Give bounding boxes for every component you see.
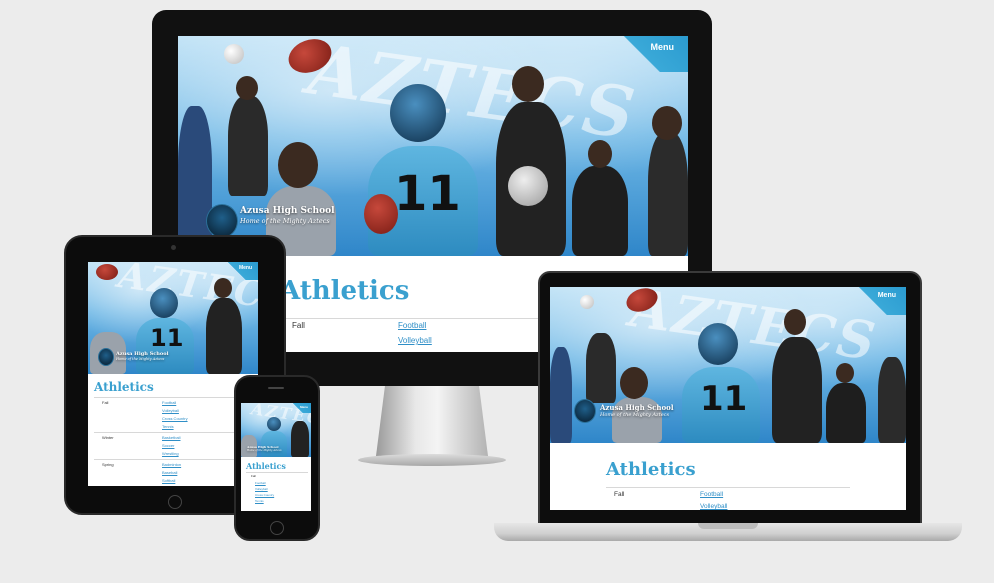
- laptop-content: Athletics Fall Football Volleyball: [550, 443, 906, 510]
- athlete-figure: [178, 106, 212, 256]
- menu-button[interactable]: Menu: [618, 36, 688, 72]
- sport-link[interactable]: Volleyball: [398, 336, 432, 345]
- school-name: Azusa High School: [240, 206, 335, 216]
- page-title: Athletics: [280, 276, 410, 306]
- desktop-hero-banner: AZTECS 11 Menu Azusa High School Home of…: [178, 36, 688, 256]
- menu-button[interactable]: Menu: [856, 287, 906, 315]
- aztecs-watermark: AZTECS: [303, 36, 642, 156]
- athlete-figure: [572, 166, 628, 256]
- menu-button[interactable]: Menu: [291, 403, 311, 413]
- site-branding[interactable]: Azusa High School Home of the Mighty Azt…: [600, 403, 674, 418]
- site-branding[interactable]: Azusa High School Home of the Mighty Azt…: [116, 351, 169, 361]
- season-label: Fall: [292, 321, 305, 330]
- jersey-number: 11: [394, 166, 461, 222]
- athlete-figure: [648, 132, 688, 256]
- site-branding[interactable]: Azusa High School Home of the Mighty Azt…: [247, 445, 282, 452]
- tablet-hero-banner: AZTECS 11 Menu Azusa High School Home of…: [88, 262, 258, 374]
- school-crest-logo[interactable]: [574, 399, 596, 423]
- helmet-icon: [390, 84, 446, 142]
- desktop-stand: [358, 386, 506, 466]
- tablet-content: Athletics Fall Football Volleyball Cross…: [88, 374, 258, 486]
- phone-home-button[interactable]: [270, 521, 284, 535]
- athlete-figure: [228, 96, 268, 196]
- phone-hero-banner: AZTECS Menu Azusa High School Home of th…: [241, 403, 311, 457]
- school-tagline: Home of the Mighty Aztecs: [240, 217, 330, 225]
- tablet-camera: [171, 245, 176, 250]
- site-branding[interactable]: Azusa High School Home of the Mighty Azt…: [240, 206, 335, 225]
- menu-label: Menu: [650, 42, 675, 52]
- laptop-base: [494, 523, 962, 541]
- phone-content: Athletics Fall Football Volleyball Cross…: [241, 457, 311, 511]
- menu-button[interactable]: Menu: [226, 262, 258, 280]
- tablet-home-button[interactable]: [168, 495, 182, 509]
- volleyball-icon: [224, 44, 244, 64]
- school-crest-logo[interactable]: [206, 204, 238, 238]
- laptop-hero-banner: AZTECS 11 Menu Azusa High School Home of…: [550, 287, 906, 443]
- sport-link[interactable]: Football: [398, 321, 426, 330]
- phone-speaker: [268, 387, 284, 389]
- school-crest-logo[interactable]: [98, 348, 114, 366]
